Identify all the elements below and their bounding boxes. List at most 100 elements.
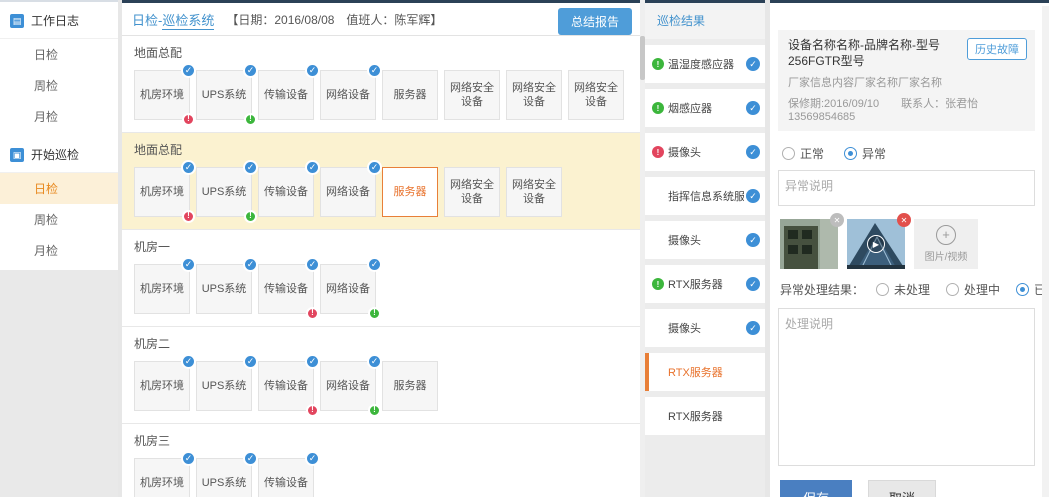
result-item[interactable]: RTX服务器 [645, 397, 765, 435]
device-card[interactable]: 网络设备✓ [320, 167, 376, 217]
sidebar-item[interactable]: 日检 [0, 39, 118, 70]
photo-image [780, 219, 838, 269]
checked-badge-icon: ✓ [181, 451, 196, 466]
device-card[interactable]: 网络安全设备 [568, 70, 624, 120]
status-radio-group: 正常 异常 [782, 145, 1031, 162]
page-title-link[interactable]: 巡检系统 [162, 13, 214, 30]
sidebar-item[interactable]: 月检 [0, 101, 118, 132]
device-card[interactable]: 机房环境✓ [134, 361, 190, 411]
results-panel: 巡检结果 !温湿度感应器✓!烟感应器✓!摄像头✓指挥信息系统服务器✓摄像头✓!R… [645, 0, 765, 497]
sidebar-item[interactable]: 日检 [0, 173, 118, 204]
status-spacer [652, 322, 664, 334]
device-card[interactable]: 网络安全设备 [444, 70, 500, 120]
device-card[interactable]: 机房环境✓! [134, 167, 190, 217]
checked-badge-icon: ✓ [367, 160, 382, 175]
photo-thumbnail[interactable]: ✕ [780, 219, 838, 269]
sidebar: ▤工作日志日检周检月检▣开始巡检日检周检月检 [0, 0, 118, 497]
device-card[interactable]: 网络安全设备 [444, 167, 500, 217]
result-item[interactable]: 摄像头✓ [645, 221, 765, 259]
device-card[interactable]: 网络设备✓! [320, 264, 376, 314]
result-item[interactable]: !温湿度感应器✓ [645, 45, 765, 83]
device-card[interactable]: 机房环境✓ [134, 458, 190, 497]
result-item[interactable]: 摄像头✓ [645, 309, 765, 347]
group-name: 机房一 [134, 238, 628, 255]
device-card[interactable]: 传输设备✓! [258, 458, 314, 497]
device-card[interactable]: 传输设备✓! [258, 264, 314, 314]
handle-radio[interactable]: 未处理 [876, 281, 930, 298]
handle-radio[interactable]: 处理中 [946, 281, 1000, 298]
device-card[interactable]: 网络安全设备 [506, 167, 562, 217]
checked-badge-icon: ✓ [746, 277, 760, 291]
device-card[interactable]: 服务器 [382, 70, 438, 120]
result-item[interactable]: RTX服务器 [645, 353, 765, 391]
result-item-label: 温湿度感应器 [668, 56, 744, 72]
device-card[interactable]: UPS系统✓ [196, 264, 252, 314]
device-card[interactable]: 传输设备✓ [258, 167, 314, 217]
result-item[interactable]: !烟感应器✓ [645, 89, 765, 127]
cancel-button[interactable]: 取消 [868, 480, 936, 497]
checked-badge-icon: ✓ [243, 160, 258, 175]
remove-media-icon[interactable]: ✕ [830, 213, 844, 227]
result-item-label: RTX服务器 [668, 408, 760, 424]
device-card-label: 传输设备 [264, 185, 308, 199]
result-item-label: RTX服务器 [668, 276, 744, 292]
device-card[interactable]: UPS系统✓ [196, 361, 252, 411]
device-card[interactable]: 机房环境✓ [134, 264, 190, 314]
device-card[interactable]: UPS系统✓! [196, 167, 252, 217]
handle-description-input[interactable] [778, 308, 1035, 466]
sidebar-section-header: ▣开始巡检 [0, 136, 118, 173]
checked-badge-icon: ✓ [367, 257, 382, 272]
device-card[interactable]: 机房环境✓! [134, 70, 190, 120]
ok-status-icon: ! [652, 102, 664, 114]
detail-scrollbar-track[interactable] [1042, 6, 1049, 497]
checked-badge-icon: ✓ [367, 63, 382, 78]
page-title: 日检-巡检系统 [132, 10, 214, 29]
group-name: 地面总配 [134, 44, 628, 61]
result-item[interactable]: !RTX服务器✓ [645, 265, 765, 303]
ok-badge-icon: ! [244, 113, 257, 126]
sidebar-item[interactable]: 月检 [0, 235, 118, 266]
ok-status-icon: ! [652, 58, 664, 70]
device-card-label: 机房环境 [140, 185, 184, 199]
save-button[interactable]: 保存 [780, 480, 852, 497]
error-badge-icon: ! [306, 307, 319, 320]
add-media-button[interactable]: + 图片/视频 [914, 219, 978, 269]
device-card-label: 机房环境 [140, 88, 184, 102]
device-card[interactable]: UPS系统✓! [196, 458, 252, 497]
device-card[interactable]: 网络安全设备 [506, 70, 562, 120]
device-group: 机房一机房环境✓UPS系统✓传输设备✓!网络设备✓! [122, 230, 640, 327]
result-item[interactable]: 指挥信息系统服务器✓ [645, 177, 765, 215]
sidebar-item[interactable]: 周检 [0, 70, 118, 101]
remove-media-icon[interactable]: ✕ [897, 213, 911, 227]
start-inspection-icon: ▣ [10, 148, 24, 162]
device-card[interactable]: 传输设备✓ [258, 70, 314, 120]
abnormal-description-input[interactable] [778, 170, 1035, 206]
status-radio[interactable]: 正常 [782, 145, 824, 162]
device-card-label: 网络设备 [326, 379, 370, 393]
ok-badge-icon: ! [244, 210, 257, 223]
device-card[interactable]: 传输设备✓! [258, 361, 314, 411]
page-title-prefix: 日检- [132, 13, 162, 28]
device-card-label: 网络设备 [326, 88, 370, 102]
checked-badge-icon: ✓ [181, 354, 196, 369]
handle-radio-group: 未处理处理中已处理 [876, 281, 1049, 298]
device-card-label: 传输设备 [264, 379, 308, 393]
history-fault-button[interactable]: 历史故障 [967, 38, 1027, 60]
status-radio[interactable]: 异常 [844, 145, 886, 162]
device-card[interactable]: 服务器 [382, 167, 438, 217]
video-thumbnail[interactable]: ▶✕ [847, 219, 905, 269]
device-group: 机房三机房环境✓UPS系统✓!传输设备✓! [122, 424, 640, 497]
device-card[interactable]: 网络设备✓! [320, 361, 376, 411]
device-group: 机房二机房环境✓UPS系统✓传输设备✓!网络设备✓!服务器 [122, 327, 640, 424]
device-card[interactable]: UPS系统✓! [196, 70, 252, 120]
device-card-label: 网络设备 [326, 185, 370, 199]
sidebar-item[interactable]: 周检 [0, 204, 118, 235]
status-spacer [652, 410, 664, 422]
device-card-label: 网络安全设备 [571, 81, 621, 110]
device-card[interactable]: 网络设备✓ [320, 70, 376, 120]
main-header: 日检-巡检系统 【日期：2016/08/08 值班人：陈军辉】 总结报告 [122, 3, 640, 36]
result-item[interactable]: !摄像头✓ [645, 133, 765, 171]
device-card[interactable]: 服务器 [382, 361, 438, 411]
summary-report-button[interactable]: 总结报告 [558, 8, 632, 35]
device-card-label: 网络设备 [326, 282, 370, 296]
